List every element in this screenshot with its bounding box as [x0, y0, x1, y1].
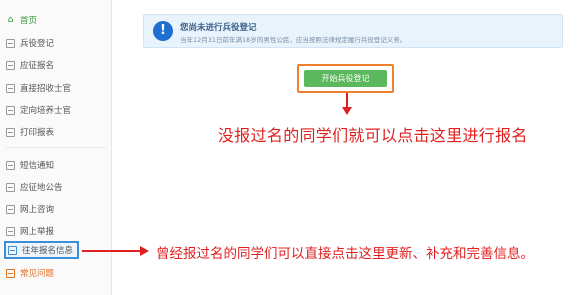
training-icon	[6, 105, 15, 115]
report-icon	[6, 226, 15, 236]
right-arrow-line	[82, 250, 142, 252]
registration-notice: ! 您尚未进行兵役登记 当年12月31日前年满18岁的男性公民，应当按照法律规定…	[143, 14, 563, 48]
consult-icon	[6, 204, 15, 214]
start-registration-button[interactable]: 开始兵役登记	[304, 70, 387, 87]
sidebar-item-enlistment-announcement[interactable]: 应征地公告	[6, 179, 63, 195]
sidebar-divider	[6, 147, 106, 148]
recruit-icon	[6, 83, 15, 93]
announcement-icon	[6, 182, 15, 192]
sidebar-item-label: 网上举报	[20, 227, 55, 237]
sidebar-item-sms-notice[interactable]: 短信通知	[6, 157, 54, 173]
sidebar-item-direct-nco-recruit[interactable]: 直接招收士官	[6, 80, 71, 96]
faq-icon	[6, 268, 15, 278]
sidebar-item-label: 往年报名信息	[22, 246, 74, 256]
notice-description: 当年12月31日前年满18岁的男性公民，应当按照法律规定履行兵役登记义务。	[180, 36, 407, 44]
sidebar-item-directed-nco-training[interactable]: 定向培养士官	[6, 102, 71, 118]
sidebar-item-label: 直接招收士官	[20, 84, 72, 94]
registration-icon	[6, 38, 15, 48]
sidebar-item-label: 兵役登记	[20, 39, 55, 49]
sidebar-item-online-consult[interactable]: 网上咨询	[6, 201, 54, 217]
history-icon	[8, 245, 17, 255]
sidebar-item-home[interactable]: ⌂ 首页	[6, 12, 37, 28]
sidebar-item-label: 常见问题	[20, 269, 55, 279]
sidebar-item-label: 应征地公告	[20, 183, 63, 193]
down-arrow-icon	[342, 107, 352, 115]
sidebar-item-enlistment-signup[interactable]: 应征报名	[6, 57, 54, 73]
right-arrow-icon	[140, 246, 149, 256]
sidebar-item-past-signup-info[interactable]: 往年报名信息	[4, 241, 80, 259]
signup-icon	[6, 60, 15, 70]
start-button-highlight: 开始兵役登记	[297, 64, 394, 93]
message-icon	[6, 160, 15, 170]
printer-icon	[6, 127, 15, 137]
sidebar-item-label: 网上咨询	[20, 205, 55, 215]
sidebar-item-faq[interactable]: 常见问题	[6, 265, 54, 281]
sidebar-item-print-report[interactable]: 打印报表	[6, 124, 54, 140]
sidebar-item-label: 打印报表	[20, 128, 55, 138]
register-hint-annotation: 没报过名的同学们就可以点击这里进行报名	[218, 126, 528, 145]
sidebar-item-label: 应征报名	[20, 61, 55, 71]
history-hint-annotation: 曾经报过名的同学们可以直接点击这里更新、补充和完善信息。	[156, 246, 534, 262]
notice-title: 您尚未进行兵役登记	[180, 23, 257, 33]
exclamation-icon: !	[153, 21, 173, 41]
sidebar-item-label: 首页	[20, 16, 38, 26]
sidebar-item-label: 短信通知	[20, 161, 55, 171]
sidebar-item-online-report[interactable]: 网上举报	[6, 223, 54, 239]
sidebar-item-label: 定向培养士官	[20, 106, 72, 116]
sidebar-item-military-registration[interactable]: 兵役登记	[6, 35, 54, 51]
home-icon: ⌂	[7, 15, 14, 25]
